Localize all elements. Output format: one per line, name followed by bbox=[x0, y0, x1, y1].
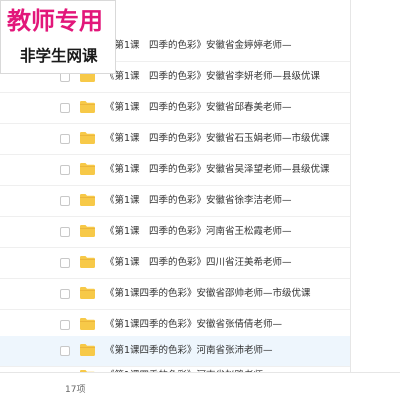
folder-icon bbox=[80, 287, 95, 299]
file-name: 《第1课四季的色彩》安徽省邵帅老师—市级优课 bbox=[105, 288, 311, 299]
file-name: 《第1课 四季的色彩》安徽省李妍老师—县级优课 bbox=[105, 71, 321, 82]
folder-icon bbox=[80, 194, 95, 206]
watermark-subtitle: 非学生网课 bbox=[20, 47, 98, 65]
row-checkbox[interactable] bbox=[60, 165, 70, 175]
folder-icon bbox=[80, 225, 95, 237]
file-name: 《第1课四季的色彩》安徽省张倩倩老师— bbox=[105, 319, 283, 330]
folder-icon bbox=[80, 101, 95, 113]
folder-icon bbox=[80, 163, 95, 175]
file-name: 《第1课 四季的色彩》安徽省邱春美老师— bbox=[105, 102, 292, 113]
row-checkbox[interactable] bbox=[60, 227, 70, 237]
folder-icon bbox=[80, 344, 95, 356]
folder-icon bbox=[80, 132, 95, 144]
status-bar: 17项 bbox=[0, 372, 400, 400]
list-item[interactable]: 《第1课 四季的色彩》安徽省吴泽望老师—县级优课 bbox=[0, 155, 350, 186]
folder-icon bbox=[80, 256, 95, 268]
folder-icon bbox=[80, 318, 95, 330]
item-count: 17项 bbox=[65, 385, 86, 395]
row-checkbox[interactable] bbox=[60, 346, 70, 356]
row-checkbox[interactable] bbox=[60, 134, 70, 144]
list-item[interactable]: 《第1课 四季的色彩》安徽省徐李洁老师— bbox=[0, 186, 350, 217]
watermark-badge: 教师专用 非学生网课 bbox=[0, 0, 116, 74]
file-browser: 《第1课 四季的色彩》安徽省金婷婷老师— 《第1课 四季的色彩》安徽省李妍老师—… bbox=[0, 0, 400, 400]
list-item[interactable]: 《第1课四季的色彩》安徽省邵帅老师—市级优课 bbox=[0, 279, 350, 310]
file-name: 《第1课 四季的色彩》四川省汪美希老师— bbox=[105, 257, 292, 268]
file-name: 《第1课 四季的色彩》安徽省吴泽望老师—县级优课 bbox=[105, 164, 330, 175]
list-item[interactable]: 《第1课 四季的色彩》四川省汪美希老师— bbox=[0, 248, 350, 279]
file-name: 《第1课四季的色彩》河南省张沛老师— bbox=[105, 345, 273, 356]
row-checkbox[interactable] bbox=[60, 320, 70, 330]
row-checkbox[interactable] bbox=[60, 196, 70, 206]
list-item[interactable]: 《第1课 四季的色彩》安徽省邱春美老师— bbox=[0, 93, 350, 124]
file-name: 《第1课 四季的色彩》安徽省石玉娟老师—市级优课 bbox=[105, 133, 330, 144]
scrollbar-track[interactable] bbox=[350, 0, 351, 372]
list-item[interactable]: 《第1课 四季的色彩》河南省王松霞老师— bbox=[0, 217, 350, 248]
file-name: 《第1课 四季的色彩》河南省王松霞老师— bbox=[105, 226, 292, 237]
list-item-selected[interactable]: 《第1课四季的色彩》河南省张沛老师— bbox=[0, 336, 350, 367]
watermark-title: 教师专用 bbox=[7, 7, 103, 35]
row-checkbox[interactable] bbox=[60, 103, 70, 113]
file-name: 《第1课 四季的色彩》安徽省徐李洁老师— bbox=[105, 195, 292, 206]
row-checkbox[interactable] bbox=[60, 258, 70, 268]
list-item[interactable]: 《第1课 四季的色彩》安徽省石玉娟老师—市级优课 bbox=[0, 124, 350, 155]
file-name: 《第1课 四季的色彩》安徽省金婷婷老师— bbox=[105, 40, 292, 51]
row-checkbox[interactable] bbox=[60, 289, 70, 299]
